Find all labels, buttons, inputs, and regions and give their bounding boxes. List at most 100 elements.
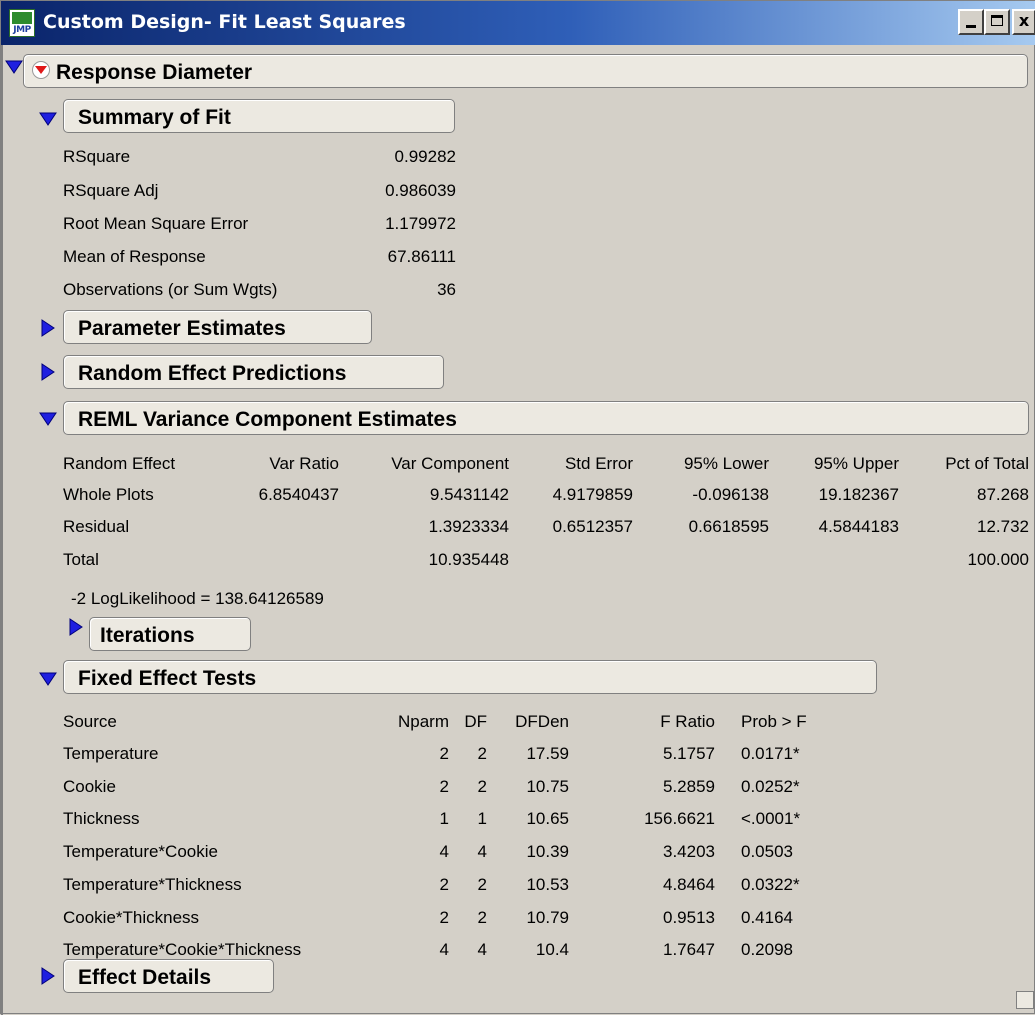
fet-column-header: DFDen bbox=[515, 712, 569, 731]
reml-cell: Total bbox=[63, 550, 99, 569]
fet-column-header: Prob > F bbox=[741, 712, 807, 731]
fixed-effect-tests-outline[interactable]: Fixed Effect Tests bbox=[63, 660, 877, 694]
fet-cell: Temperature*Cookie bbox=[63, 842, 218, 861]
fet-cell: 4 bbox=[439, 842, 449, 861]
reml-cell: 87.268 bbox=[977, 485, 1029, 504]
fet-cell: 0.0252* bbox=[741, 777, 800, 796]
fet-cell: <.0001* bbox=[741, 809, 801, 828]
parameter-estimates-outline[interactable]: Parameter Estimates bbox=[63, 310, 372, 344]
minimize-icon bbox=[966, 25, 976, 28]
fet-cell: Cookie bbox=[63, 777, 116, 796]
summary-value: 67.86111 bbox=[387, 247, 456, 266]
reml-column-header: Std Error bbox=[564, 454, 633, 473]
reml-cell: 0.6512357 bbox=[552, 517, 633, 536]
fit-least-squares-window: JMP Custom Design- Fit Least Squares x R… bbox=[0, 0, 1035, 1015]
fet-cell: 4 bbox=[439, 940, 449, 959]
summary-label: Root Mean Square Error bbox=[63, 214, 249, 233]
summary-of-fit-title: Summary of Fit bbox=[78, 106, 231, 129]
summary-label: Mean of Response bbox=[63, 247, 206, 266]
fet-cell: 1.7647 bbox=[663, 940, 715, 959]
summary-of-fit-outline[interactable]: Summary of Fit bbox=[63, 99, 455, 133]
fet-column-header: DF bbox=[464, 712, 487, 731]
fet-cell: 0.9513 bbox=[663, 908, 715, 927]
reml-column-header: Var Ratio bbox=[269, 454, 339, 473]
fet-cell: 5.1757 bbox=[663, 744, 715, 763]
maximize-icon bbox=[991, 15, 1003, 26]
reml-column-header: 95% Lower bbox=[683, 454, 769, 473]
fet-cell: 0.0503 bbox=[741, 842, 793, 861]
summary-value: 0.99282 bbox=[394, 147, 456, 166]
effect-details-outline[interactable]: Effect Details bbox=[63, 959, 274, 993]
resize-grip[interactable] bbox=[1016, 991, 1034, 1009]
fet-cell: 2 bbox=[439, 744, 449, 763]
reml-cell: 10.935448 bbox=[428, 550, 509, 569]
fet-cell: 2 bbox=[477, 875, 487, 894]
response-diameter-outline[interactable]: Response Diameter bbox=[23, 54, 1028, 88]
minimize-button[interactable] bbox=[958, 9, 984, 35]
maximize-button[interactable] bbox=[984, 9, 1010, 35]
reml-disclosure-icon[interactable] bbox=[39, 411, 57, 427]
reml-cell: 1.3923334 bbox=[428, 517, 509, 536]
reml-cell: 0.6618595 bbox=[688, 517, 769, 536]
reml-column-header: 95% Upper bbox=[813, 454, 899, 473]
reml-column-header: Random Effect bbox=[63, 454, 176, 473]
jmp-app-icon[interactable]: JMP bbox=[9, 9, 35, 37]
summary-label: RSquare Adj bbox=[63, 181, 159, 200]
effect-details-title: Effect Details bbox=[78, 966, 212, 989]
fet-cell: 2 bbox=[477, 908, 487, 927]
fet-column-header: Source bbox=[63, 712, 117, 731]
fet-column-header: F Ratio bbox=[660, 712, 715, 731]
fet-cell: 2 bbox=[439, 875, 449, 894]
fet-cell: 10.53 bbox=[526, 875, 569, 894]
window-title: Custom Design- Fit Least Squares bbox=[43, 11, 406, 33]
reml-cell: 12.732 bbox=[977, 517, 1029, 536]
summary-value: 0.986039 bbox=[385, 181, 456, 200]
fet-cell: Temperature*Thickness bbox=[63, 875, 242, 894]
close-button[interactable]: x bbox=[1012, 9, 1035, 35]
reml-cell: 4.5844183 bbox=[818, 517, 899, 536]
reml-column-header: Pct of Total bbox=[945, 454, 1029, 473]
reml-column-header: Var Component bbox=[391, 454, 509, 473]
fet-cell: 10.39 bbox=[526, 842, 569, 861]
effect-details-disclosure-icon[interactable] bbox=[39, 967, 57, 985]
fet-cell: 4 bbox=[477, 842, 487, 861]
reml-cell: 100.000 bbox=[967, 550, 1029, 569]
reml-cell: 9.5431142 bbox=[429, 485, 509, 504]
fet-cell: 2 bbox=[477, 744, 487, 763]
disclosure-open-icon[interactable] bbox=[5, 59, 23, 75]
fet-cell: 156.6621 bbox=[644, 809, 715, 828]
random-effect-predictions-outline[interactable]: Random Effect Predictions bbox=[63, 355, 444, 389]
red-triangle-menu-icon[interactable] bbox=[32, 61, 50, 79]
fixed-effect-tests-disclosure-icon[interactable] bbox=[39, 671, 57, 687]
iterations-outline[interactable]: Iterations bbox=[89, 617, 251, 651]
fet-cell: Thickness bbox=[63, 809, 140, 828]
fet-cell: 1 bbox=[477, 809, 487, 828]
fet-cell: Cookie*Thickness bbox=[63, 908, 200, 927]
iterations-disclosure-icon[interactable] bbox=[67, 618, 85, 636]
close-icon: x bbox=[1018, 11, 1030, 30]
fet-cell: 2 bbox=[439, 777, 449, 796]
fet-cell: 0.0171* bbox=[741, 744, 800, 763]
reml-cell: 19.182367 bbox=[818, 485, 899, 504]
fet-cell: 0.4164 bbox=[741, 908, 793, 927]
summary-of-fit-disclosure-icon[interactable] bbox=[39, 111, 57, 127]
reml-title: REML Variance Component Estimates bbox=[78, 408, 457, 431]
fet-cell: Temperature bbox=[63, 744, 159, 763]
fet-cell: 4 bbox=[477, 940, 487, 959]
summary-value: 1.179972 bbox=[385, 214, 456, 233]
fet-cell: 2 bbox=[477, 777, 487, 796]
fet-cell: 10.4 bbox=[535, 940, 569, 959]
title-bar[interactable]: JMP Custom Design- Fit Least Squares x bbox=[1, 1, 1035, 45]
fet-cell: 10.79 bbox=[526, 908, 569, 927]
parameter-estimates-disclosure-icon[interactable] bbox=[39, 319, 57, 337]
reml-outline[interactable]: REML Variance Component Estimates bbox=[63, 401, 1029, 435]
fet-cell: 0.2098 bbox=[741, 940, 793, 959]
summary-label: RSquare bbox=[63, 147, 131, 166]
window-left-border bbox=[1, 45, 3, 1015]
response-title: Response Diameter bbox=[56, 61, 253, 84]
iterations-title: Iterations bbox=[100, 624, 195, 647]
fet-cell: 2 bbox=[439, 908, 449, 927]
random-effect-predictions-disclosure-icon[interactable] bbox=[39, 363, 57, 381]
fet-cell: 17.59 bbox=[526, 744, 569, 763]
parameter-estimates-title: Parameter Estimates bbox=[78, 317, 286, 340]
